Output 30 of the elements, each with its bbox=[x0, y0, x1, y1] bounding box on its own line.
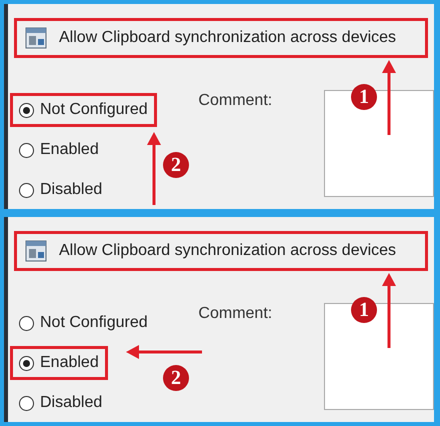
option-label: Not Configured bbox=[40, 101, 148, 119]
policy-title: Allow Clipboard synchronization across devices bbox=[59, 29, 396, 47]
step-badge: 2 bbox=[163, 152, 189, 178]
policy-setting-icon bbox=[25, 240, 47, 262]
comment-field[interactable] bbox=[324, 303, 434, 410]
option-label: Enabled bbox=[40, 141, 99, 159]
radio-option[interactable]: Not Configured bbox=[10, 306, 157, 340]
radio-button[interactable] bbox=[19, 142, 34, 158]
comment-field[interactable] bbox=[324, 90, 434, 197]
policy-title: Allow Clipboard synchronization across devices bbox=[59, 242, 396, 260]
policy-setting-icon bbox=[25, 27, 47, 49]
option-label: Not Configured bbox=[40, 314, 148, 332]
radio-option[interactable]: Disabled bbox=[10, 386, 112, 420]
radio-option[interactable]: Enabled bbox=[10, 346, 108, 380]
radio-button[interactable] bbox=[19, 356, 34, 370]
option-label: Disabled bbox=[40, 181, 102, 199]
radio-button[interactable] bbox=[19, 396, 34, 410]
radio-button[interactable] bbox=[19, 316, 34, 330]
radio-button[interactable] bbox=[19, 182, 34, 198]
option-label: Enabled bbox=[40, 354, 99, 372]
radio-option[interactable]: Disabled bbox=[10, 173, 112, 207]
option-label: Disabled bbox=[40, 394, 102, 412]
radio-option[interactable]: Enabled bbox=[10, 133, 108, 167]
comment-label: Comment: bbox=[198, 304, 274, 323]
step-badge: 1 bbox=[351, 84, 377, 110]
step-badge: 1 bbox=[351, 297, 377, 323]
radio-button[interactable] bbox=[19, 102, 34, 118]
comment-label: Comment: bbox=[198, 91, 274, 110]
radio-option[interactable]: Not Configured bbox=[10, 93, 157, 127]
step-badge: 2 bbox=[163, 365, 189, 391]
